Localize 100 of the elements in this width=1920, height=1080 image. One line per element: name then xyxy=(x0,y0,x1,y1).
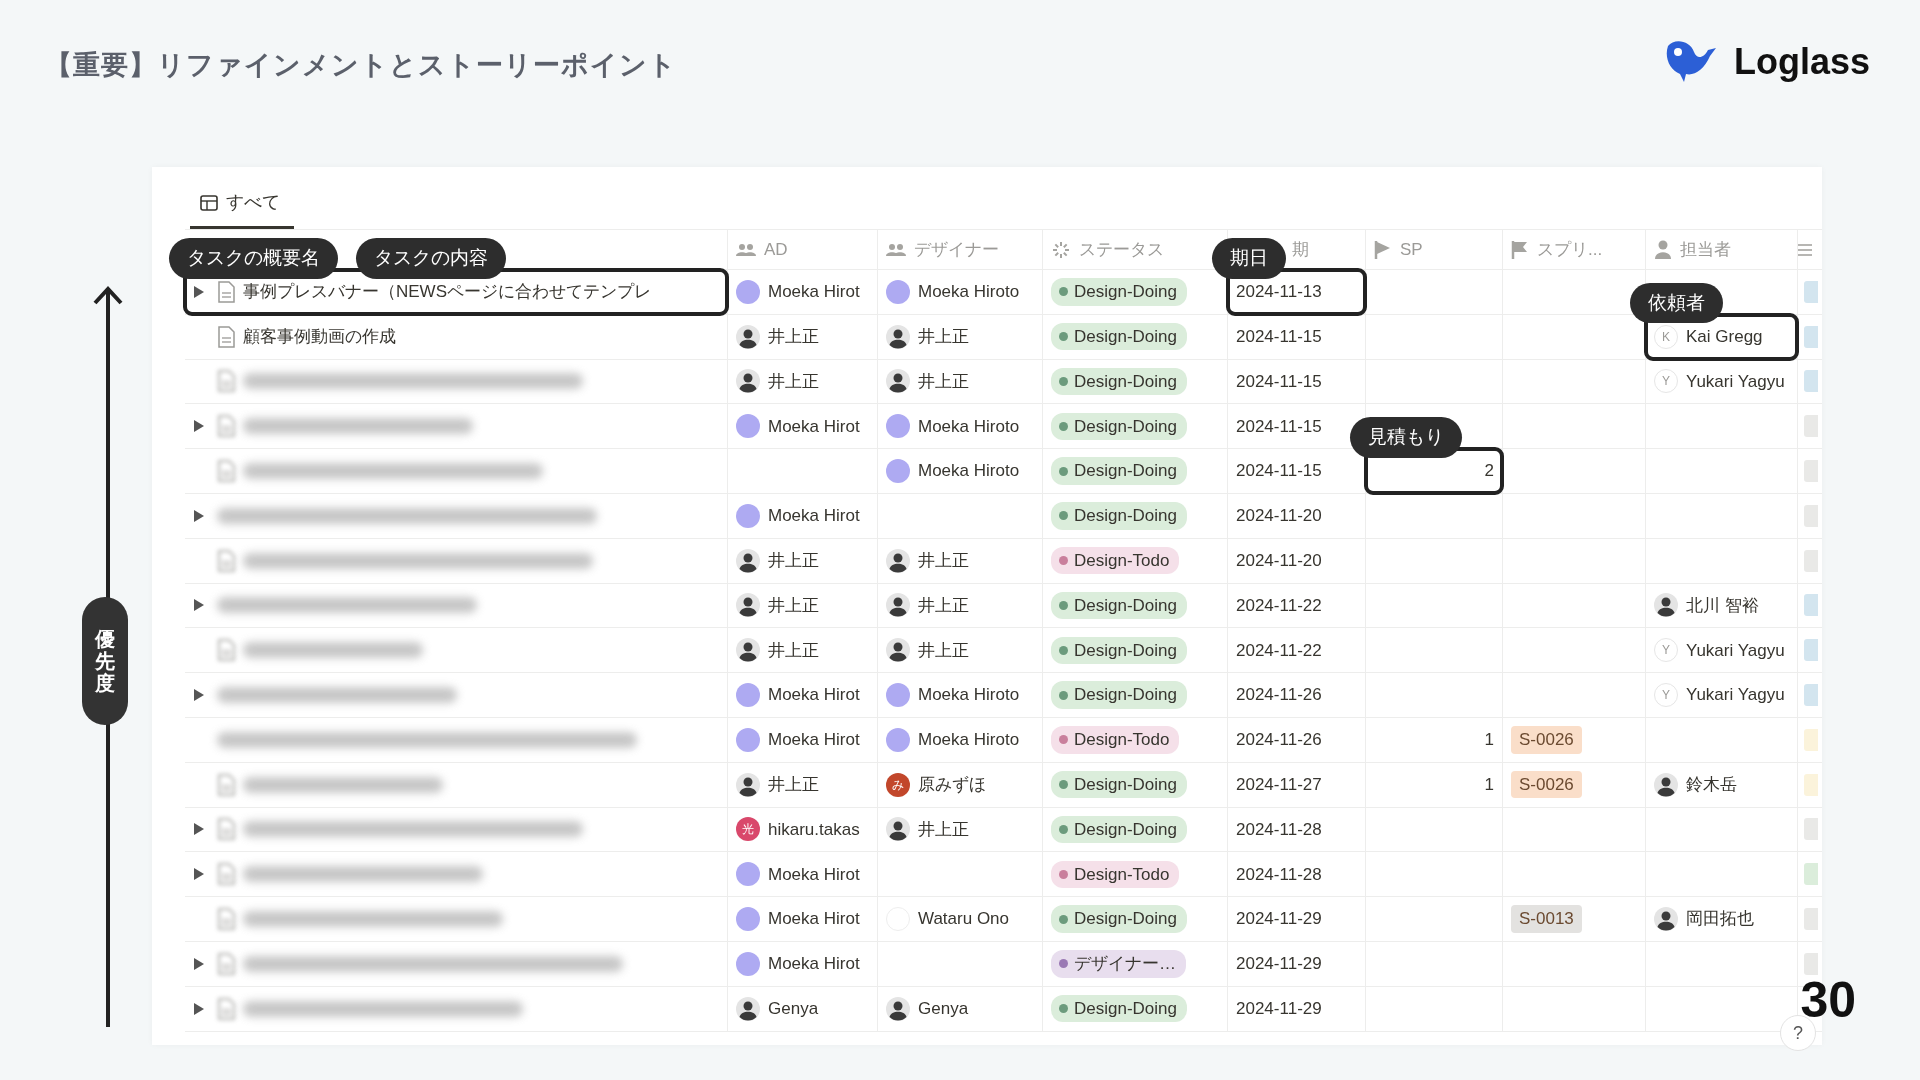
slide-title: 【重要】リファインメントとストーリーポイント xyxy=(45,49,677,82)
person-name: Moeka Hirot xyxy=(768,729,860,752)
status-tag: Design-Doing xyxy=(1051,681,1187,709)
status-tag: Design-Doing xyxy=(1051,502,1187,530)
status-tag: Design-Doing xyxy=(1051,770,1187,799)
date-text: 2024-11-22 xyxy=(1236,639,1322,662)
sprint-tag: S-0026 xyxy=(1511,770,1582,799)
column-header[interactable]: スプリ... xyxy=(1537,236,1603,263)
date-text: 2024-11-28 xyxy=(1236,863,1322,886)
points-value: 1 xyxy=(1484,773,1494,796)
column-header[interactable]: AD xyxy=(764,236,788,263)
date-text: 2024-11-29 xyxy=(1236,908,1322,931)
date-text: 2024-11-15 xyxy=(1236,325,1322,348)
person-name: Yukari Yagyu xyxy=(1686,684,1785,707)
avatar-initial: Y xyxy=(1654,683,1678,708)
person-icon xyxy=(1654,239,1672,260)
person-name: Moeka Hiroto xyxy=(918,460,1020,483)
callout-label: タスクの概要名 xyxy=(169,238,338,279)
date-text: 2024-11-22 xyxy=(1236,594,1322,617)
avatar-icon xyxy=(886,817,910,842)
status-tag: Design-Doing xyxy=(1051,367,1187,396)
status-tag: Design-Doing xyxy=(1051,322,1187,351)
person-name: Genya xyxy=(768,997,819,1020)
person-name: 井上正 xyxy=(768,594,819,617)
person-name: 井上正 xyxy=(918,818,969,841)
person-name: 井上正 xyxy=(768,325,819,348)
date-text: 2024-11-26 xyxy=(1236,729,1322,752)
person-name: Moeka Hiroto xyxy=(918,684,1020,707)
date-text: 2024-11-15 xyxy=(1236,460,1322,483)
date-text: 2024-11-29 xyxy=(1236,953,1322,976)
avatar-icon xyxy=(736,548,760,573)
avatar-icon xyxy=(736,772,760,797)
person-name: Wataru Ono xyxy=(918,908,1010,931)
column-header[interactable]: SP xyxy=(1400,236,1423,263)
callout-label: タスクの内容 xyxy=(356,238,506,279)
date-text: 2024-11-15 xyxy=(1236,370,1322,393)
avatar-icon xyxy=(886,548,910,573)
task-name[interactable]: 事例プレスバナー（NEWSページに合わせてテンプレ xyxy=(243,279,651,305)
date-text: 2024-11-26 xyxy=(1236,684,1322,707)
person-name: 井上正 xyxy=(768,549,819,572)
column-header[interactable]: 期 xyxy=(1292,236,1309,263)
status-tag: Design-Doing xyxy=(1051,278,1187,306)
avatar-icon xyxy=(886,638,910,663)
brand-name: Loglass xyxy=(1733,44,1870,80)
person-name: Kai Gregg xyxy=(1686,325,1763,348)
avatar-icon xyxy=(736,996,760,1021)
person-name: 井上正 xyxy=(918,325,969,348)
avatar-icon xyxy=(1654,593,1678,618)
avatar-icon xyxy=(736,324,760,349)
person-name: 井上正 xyxy=(768,639,819,662)
person-name: Genya xyxy=(918,997,969,1020)
person-name: hikaru.takas xyxy=(768,818,860,841)
person-name: 北川 智裕 xyxy=(1686,594,1759,617)
person-name: Moeka Hiroto xyxy=(918,281,1020,304)
column-header[interactable]: 担当者 xyxy=(1680,236,1731,263)
avatar-icon xyxy=(886,996,910,1021)
avatar-icon xyxy=(1654,772,1678,797)
date-text: 2024-11-27 xyxy=(1236,773,1322,796)
column-header[interactable]: ステータス xyxy=(1079,236,1164,263)
avatar-icon xyxy=(736,593,760,618)
status-tag: Design-Todo xyxy=(1051,546,1180,575)
column-header[interactable]: デザイナー xyxy=(914,236,999,263)
date-text: 2024-11-13 xyxy=(1236,281,1322,304)
person-name: 岡田拓也 xyxy=(1686,908,1754,931)
people-icon xyxy=(886,242,906,257)
points-value: 1 xyxy=(1484,729,1494,752)
avatar-icon xyxy=(736,638,760,663)
person-name: 井上正 xyxy=(918,370,969,393)
status-tag: Design-Doing xyxy=(1051,994,1187,1023)
flag-icon xyxy=(1511,239,1529,260)
status-tag: Design-Todo xyxy=(1051,860,1180,888)
list-icon xyxy=(1798,241,1812,258)
person-name: Yukari Yagyu xyxy=(1686,370,1785,393)
date-text: 2024-11-20 xyxy=(1236,505,1322,528)
status-tag: Design-Doing xyxy=(1051,815,1187,844)
status-tag: デザイナー… xyxy=(1051,950,1186,978)
spinner-icon xyxy=(1051,239,1071,260)
view-tab[interactable]: すべて xyxy=(190,189,294,229)
person-name: Moeka Hirot xyxy=(768,863,860,886)
person-name: 鈴木岳 xyxy=(1686,773,1737,796)
avatar-icon xyxy=(1654,907,1678,932)
date-text: 2024-11-28 xyxy=(1236,818,1322,841)
avatar-icon xyxy=(736,369,760,394)
person-name: Moeka Hirot xyxy=(768,505,860,528)
person-name: 井上正 xyxy=(918,549,969,572)
status-tag: Design-Todo xyxy=(1051,726,1180,754)
callout-label: 依頼者 xyxy=(1630,282,1723,324)
person-name: 井上正 xyxy=(768,773,819,796)
date-text: 2024-11-29 xyxy=(1236,997,1322,1020)
person-name: Moeka Hirot xyxy=(768,415,860,438)
person-name: Moeka Hirot xyxy=(768,684,860,707)
person-name: 井上正 xyxy=(918,594,969,617)
task-name[interactable]: 顧客事例動画の作成 xyxy=(243,323,396,350)
avatar-initial: 光 xyxy=(736,817,760,842)
person-name: Moeka Hiroto xyxy=(918,729,1020,752)
table-icon xyxy=(200,194,218,211)
points-value: 2 xyxy=(1484,460,1494,483)
person-name: 井上正 xyxy=(918,639,969,662)
status-tag: Design-Doing xyxy=(1051,636,1187,664)
flag-icon xyxy=(1374,239,1392,260)
